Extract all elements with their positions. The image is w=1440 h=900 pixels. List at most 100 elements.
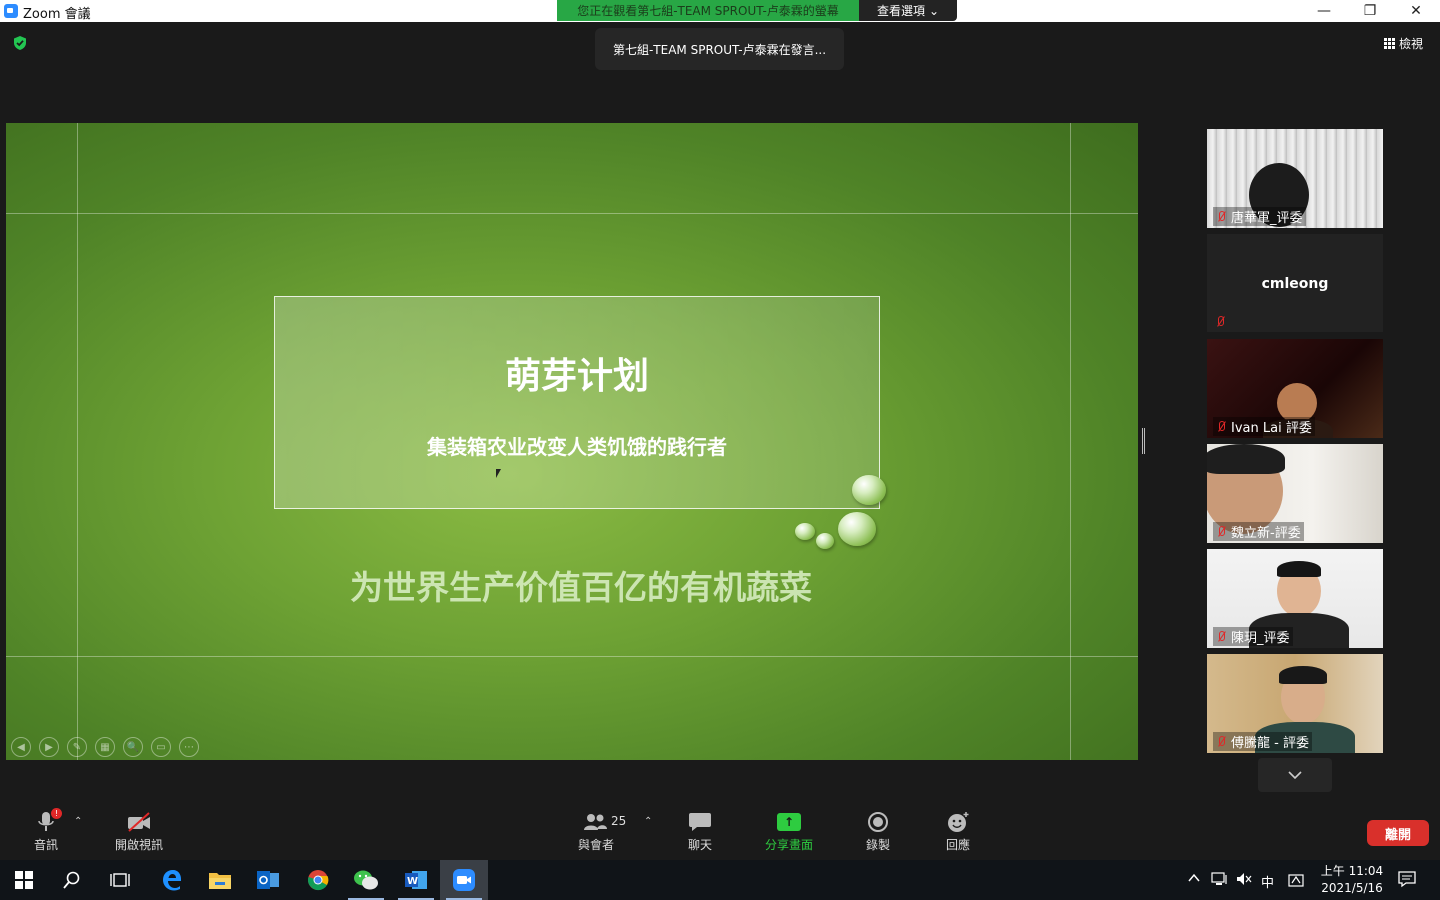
water-drop-icon xyxy=(852,475,886,505)
slides-grid-icon[interactable]: ▦ xyxy=(95,737,115,757)
shield-icon[interactable] xyxy=(12,35,28,51)
pen-icon[interactable]: ✎ xyxy=(67,737,87,757)
slide-gridline xyxy=(1070,123,1071,760)
task-view-button[interactable] xyxy=(96,860,144,900)
reactions-button[interactable]: 回應 xyxy=(944,810,972,853)
water-drop-icon xyxy=(838,512,876,546)
participant-tile[interactable]: cmleong xyxy=(1207,234,1383,332)
taskbar-outlook[interactable] xyxy=(244,860,292,900)
participant-name: Ivan Lai 評委 xyxy=(1213,417,1315,436)
chevron-down-icon: ⌄ xyxy=(928,3,940,18)
word-icon: W xyxy=(405,871,427,889)
chevron-down-icon xyxy=(1288,771,1302,779)
slide-gridline xyxy=(6,656,1138,657)
participants-options-caret-icon[interactable]: ⌃ xyxy=(644,816,652,827)
share-screen-label: 分享畫面 xyxy=(764,838,813,852)
close-button[interactable]: ✕ xyxy=(1393,0,1439,22)
view-options-button[interactable]: 查看選項 ⌄ xyxy=(859,0,957,21)
taskbar-chrome[interactable] xyxy=(294,860,342,900)
participant-name: 傅騰龍 - 評委 xyxy=(1213,732,1312,751)
viewing-share-banner: 您正在觀看第七組-TEAM SPROUT-卢泰霖的螢幕 xyxy=(557,0,859,21)
taskbar-file-explorer[interactable] xyxy=(196,860,244,900)
mic-muted-icon xyxy=(1216,420,1226,433)
more-options-icon[interactable]: ⋯ xyxy=(179,737,199,757)
folder-icon xyxy=(209,873,231,889)
start-video-button[interactable]: 開啟視訊 xyxy=(113,810,165,853)
share-screen-button[interactable]: ↑ 分享畫面 xyxy=(763,810,815,853)
input-method-icon[interactable] xyxy=(1288,872,1304,891)
search-icon xyxy=(63,871,80,889)
participant-tile[interactable]: Ivan Lai 評委 xyxy=(1207,339,1383,438)
zoom-icon xyxy=(453,869,475,891)
reactions-label: 回應 xyxy=(945,838,970,852)
clock-time: 上午 11:04 xyxy=(1320,864,1384,878)
chat-button[interactable]: 聊天 xyxy=(686,810,714,853)
panel-resize-handle[interactable] xyxy=(1142,428,1145,454)
water-drop-icon xyxy=(795,523,815,540)
taskbar-wechat[interactable] xyxy=(342,860,390,900)
participant-tile[interactable]: 陳玥_评委 xyxy=(1207,549,1383,648)
record-icon xyxy=(868,812,888,832)
chat-icon xyxy=(689,813,711,831)
mic-muted-icon xyxy=(1216,525,1226,538)
audio-button[interactable]: ! 音訊 xyxy=(32,808,62,853)
scroll-participants-down-button[interactable] xyxy=(1258,758,1332,792)
participants-icon xyxy=(584,814,607,830)
leave-meeting-button[interactable]: 離開 xyxy=(1367,820,1429,846)
taskbar-word[interactable]: W xyxy=(392,860,440,900)
record-label: 錄製 xyxy=(865,838,890,852)
slide-subtitle: 集装箱农业改变人类饥饿的践行者 xyxy=(427,435,727,459)
audio-alert-badge: ! xyxy=(51,808,62,819)
speaker-muted-icon[interactable] xyxy=(1236,872,1252,889)
start-button[interactable] xyxy=(0,860,48,900)
tray-chevron-up-icon[interactable] xyxy=(1188,872,1200,888)
participant-tile[interactable]: 魏立新-評委 xyxy=(1207,444,1383,543)
zoom-slide-icon[interactable]: 🔍 xyxy=(123,737,143,757)
minimize-button[interactable]: — xyxy=(1301,0,1347,22)
outlook-icon xyxy=(257,871,279,889)
active-speaker-indicator: 第七組-TEAM SPROUT-卢泰霖在發言... xyxy=(595,28,844,70)
taskbar-edge[interactable] xyxy=(148,860,196,900)
mic-muted-icon xyxy=(1215,316,1225,328)
participant-tile[interactable]: 傅騰龍 - 評委 xyxy=(1207,654,1383,753)
search-button[interactable] xyxy=(48,860,96,900)
participant-name: 唐華軍_评委 xyxy=(1213,207,1306,226)
video-off-icon xyxy=(128,812,150,832)
audio-options-caret-icon[interactable]: ⌃ xyxy=(74,816,82,827)
window-title: Zoom 會議 xyxy=(23,7,91,22)
mic-muted-icon xyxy=(1216,630,1226,643)
ime-indicator[interactable]: 中 xyxy=(1261,872,1274,891)
slide-gridline xyxy=(77,123,78,760)
slide-gridline xyxy=(6,213,1138,214)
record-button[interactable]: 錄製 xyxy=(864,810,892,853)
taskbar-zoom[interactable] xyxy=(440,860,488,900)
slide-title: 萌芽计划 xyxy=(504,356,649,397)
wechat-icon xyxy=(354,870,378,890)
clock-date: 2021/5/16 xyxy=(1321,881,1383,895)
network-icon[interactable] xyxy=(1211,872,1229,889)
mouse-cursor-icon xyxy=(496,469,501,478)
water-drop-icon xyxy=(816,533,834,549)
participant-name: 魏立新-評委 xyxy=(1213,522,1304,541)
notifications-icon[interactable] xyxy=(1398,870,1416,891)
previous-slide-icon[interactable]: ◀ xyxy=(11,737,31,757)
zoom-app-icon xyxy=(4,4,18,18)
subtitle-icon[interactable]: ▭ xyxy=(151,737,171,757)
svg-text:W: W xyxy=(407,876,418,887)
participants-label: 與會者 xyxy=(577,838,614,852)
shared-screen-slide: 萌芽计划 集装箱农业改变人类饥饿的践行者 为世界生产价值百亿的有机蔬菜 ◀ ▶ … xyxy=(6,123,1138,760)
share-screen-icon: ↑ xyxy=(777,813,801,831)
taskbar-clock[interactable]: 上午 11:04 2021/5/16 xyxy=(1316,863,1388,897)
participant-tile[interactable]: 唐華軍_评委 xyxy=(1207,129,1383,228)
chat-label: 聊天 xyxy=(687,838,712,852)
participants-button[interactable]: 與會者 xyxy=(576,810,616,853)
view-button[interactable]: 檢視 xyxy=(1384,35,1423,52)
grid-icon xyxy=(1384,38,1395,49)
mic-muted-icon xyxy=(1216,735,1226,748)
restore-button[interactable]: ❐ xyxy=(1347,0,1393,22)
next-slide-icon[interactable]: ▶ xyxy=(39,737,59,757)
chrome-icon xyxy=(308,870,329,891)
windows-logo-icon xyxy=(15,871,33,889)
view-button-label: 檢視 xyxy=(1399,37,1424,51)
meeting-toolbar: ! 音訊 ⌃ 開啟視訊 與會者 25 ⌃ 聊天 ↑ 分享畫面 錄製 回應 離開 xyxy=(0,800,1440,860)
